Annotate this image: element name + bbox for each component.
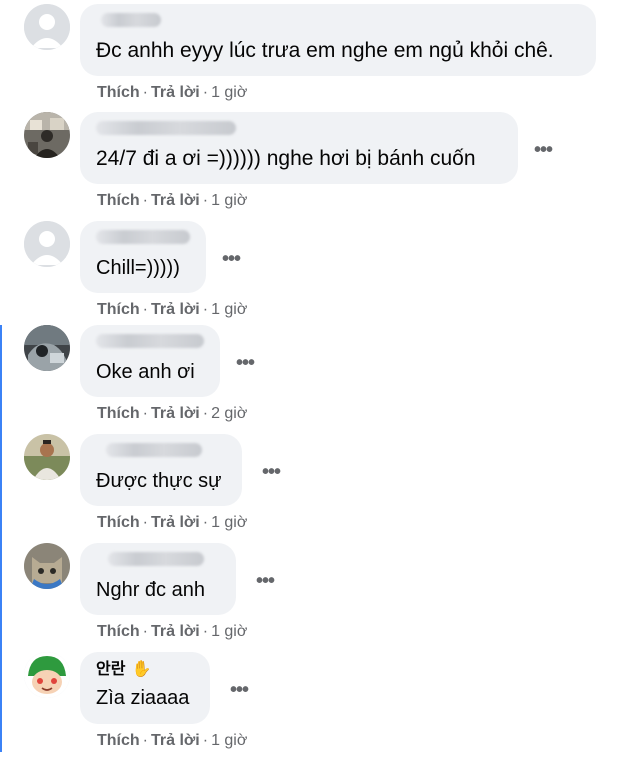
comment-item: 24/7 đi a ơi =)))))) nghe hơi bị bánh cu… xyxy=(0,112,640,220)
comment-text: Được thực sự xyxy=(96,470,222,492)
more-options-icon[interactable]: ••• xyxy=(256,571,275,591)
comment-item: Chill=))))) ••• Thích · Trả lời · 1 giờ xyxy=(0,221,640,329)
reply-link[interactable]: Trả lời xyxy=(151,732,200,749)
avatar[interactable] xyxy=(24,543,70,589)
comment-author-row: 안란 ✋ xyxy=(96,660,194,680)
like-link[interactable]: Thích xyxy=(97,514,140,531)
avatar[interactable] xyxy=(24,221,70,267)
default-avatar-icon xyxy=(24,221,70,267)
comment-bubble: Oke anh ơi xyxy=(80,325,220,397)
photo-avatar-icon xyxy=(24,434,70,480)
comment-actions: Thích · Trả lời · 1 giờ xyxy=(97,732,247,750)
dot-separator: · xyxy=(202,301,209,318)
comment-actions: Thích · Trả lời · 1 giờ xyxy=(97,192,247,210)
comment-actions: Thích · Trả lời · 1 giờ xyxy=(97,514,247,532)
timestamp[interactable]: 2 giờ xyxy=(211,405,247,422)
like-link[interactable]: Thích xyxy=(97,301,140,318)
avatar[interactable] xyxy=(24,4,70,50)
blurred-author-name xyxy=(96,121,236,135)
avatar[interactable] xyxy=(24,325,70,371)
comment-bubble: 안란 ✋ Zìa ziaaaa xyxy=(80,652,210,724)
blurred-author-name xyxy=(108,552,204,566)
blurred-author-name xyxy=(106,443,202,457)
comment-text: Oke anh ơi xyxy=(96,361,195,383)
dot-separator: · xyxy=(202,623,209,640)
more-options-icon[interactable]: ••• xyxy=(262,462,281,482)
comment-actions: Thích · Trả lời · 1 giờ xyxy=(97,623,247,641)
comment-item: Nghr đc anh ••• Thích · Trả lời · 1 giờ xyxy=(0,543,640,651)
comment-text: 24/7 đi a ơi =)))))) nghe hơi bị bánh cu… xyxy=(96,147,476,170)
dot-separator: · xyxy=(202,84,209,101)
blurred-author-name xyxy=(101,13,161,27)
more-options-icon[interactable]: ••• xyxy=(230,680,249,700)
like-link[interactable]: Thích xyxy=(97,732,140,749)
timestamp[interactable]: 1 giờ xyxy=(211,732,247,749)
comment-text: Zìa ziaaaa xyxy=(96,687,190,709)
more-options-icon[interactable]: ••• xyxy=(222,249,241,269)
blurred-author-name xyxy=(96,230,190,244)
comment-item: Đc anhh eyyy lúc trưa em nghe em ngủ khỏ… xyxy=(0,4,640,112)
comment-text: Nghr đc anh xyxy=(96,579,205,601)
blurred-author-name xyxy=(96,334,204,348)
comment-author-name[interactable]: 안란 xyxy=(96,661,125,678)
dot-separator: · xyxy=(202,514,209,531)
comment-text: Chill=))))) xyxy=(96,257,180,279)
more-options-icon[interactable]: ••• xyxy=(534,140,553,160)
dot-separator: · xyxy=(142,732,148,749)
reply-link[interactable]: Trả lời xyxy=(151,301,200,318)
timestamp[interactable]: 1 giờ xyxy=(211,623,247,640)
dot-separator: · xyxy=(202,405,209,422)
comment-item: Được thực sự ••• Thích · Trả lời · 1 giờ xyxy=(0,434,640,542)
like-link[interactable]: Thích xyxy=(97,192,140,209)
timestamp[interactable]: 1 giờ xyxy=(211,514,247,531)
comment-text: Đc anhh eyyy lúc trưa em nghe em ngủ khỏ… xyxy=(96,39,554,62)
reply-link[interactable]: Trả lời xyxy=(151,514,200,531)
dot-separator: · xyxy=(142,623,148,640)
default-avatar-icon xyxy=(24,4,70,50)
comment-item: 안란 ✋ Zìa ziaaaa ••• Thích · Trả lời · 1 giờ xyxy=(0,652,640,760)
comment-bubble: 24/7 đi a ơi =)))))) nghe hơi bị bánh cu… xyxy=(80,112,518,184)
dot-separator: · xyxy=(202,732,209,749)
reply-link[interactable]: Trả lời xyxy=(151,84,200,101)
timestamp[interactable]: 1 giờ xyxy=(211,192,247,209)
comment-item: Oke anh ơi ••• Thích · Trả lời · 2 giờ xyxy=(0,325,640,433)
avatar[interactable] xyxy=(24,112,70,158)
comment-bubble: Được thực sự xyxy=(80,434,242,506)
photo-avatar-icon xyxy=(24,112,70,158)
photo-avatar-icon xyxy=(24,325,70,371)
comment-actions: Thích · Trả lời · 1 giờ xyxy=(97,301,247,319)
comment-bubble: Chill=))))) xyxy=(80,221,206,293)
timestamp[interactable]: 1 giờ xyxy=(211,84,247,101)
more-options-icon[interactable]: ••• xyxy=(236,353,255,373)
comment-bubble: Nghr đc anh xyxy=(80,543,236,615)
comment-actions: Thích · Trả lời · 1 giờ xyxy=(97,84,247,102)
like-link[interactable]: Thích xyxy=(97,623,140,640)
avatar[interactable] xyxy=(24,434,70,480)
dot-separator: · xyxy=(142,192,148,209)
comment-bubble: Đc anhh eyyy lúc trưa em nghe em ngủ khỏ… xyxy=(80,4,596,76)
reply-link[interactable]: Trả lời xyxy=(151,192,200,209)
reply-link[interactable]: Trả lời xyxy=(151,623,200,640)
dot-separator: · xyxy=(142,514,148,531)
like-link[interactable]: Thích xyxy=(97,84,140,101)
dot-separator: · xyxy=(142,301,148,318)
dot-separator: · xyxy=(142,405,148,422)
like-link[interactable]: Thích xyxy=(97,405,140,422)
waving-hand-icon: ✋ xyxy=(131,661,152,678)
cartoon-avatar-icon xyxy=(24,652,70,698)
dot-separator: · xyxy=(142,84,148,101)
timestamp[interactable]: 1 giờ xyxy=(211,301,247,318)
cat-avatar-icon xyxy=(24,543,70,589)
reply-link[interactable]: Trả lời xyxy=(151,405,200,422)
comment-actions: Thích · Trả lời · 2 giờ xyxy=(97,405,247,423)
dot-separator: · xyxy=(202,192,209,209)
avatar[interactable] xyxy=(24,652,70,698)
